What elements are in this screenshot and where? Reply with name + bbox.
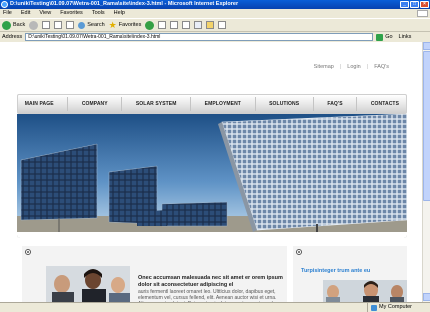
- back-label: Back: [13, 22, 26, 28]
- security-zone: My Computer: [367, 303, 412, 312]
- nav-divider: [190, 97, 192, 111]
- window-title-bar: D:\unik\Testing\01.09.07\Wetra-001_Rama\…: [0, 0, 430, 9]
- links-button[interactable]: Links: [399, 34, 412, 40]
- nav-employment[interactable]: EMPLOYMENT: [205, 101, 241, 107]
- people-photo: [323, 280, 407, 302]
- nav-divider: [254, 97, 256, 111]
- nav-solar-system[interactable]: SOLAR SYSTEM: [136, 101, 177, 107]
- menu-help[interactable]: Help: [114, 9, 125, 18]
- star-icon: ★: [108, 19, 117, 30]
- nav-main-page[interactable]: MAIN PAGE: [25, 101, 54, 107]
- forward-button[interactable]: [29, 20, 39, 30]
- bullet-icon: [296, 249, 302, 255]
- edit-button[interactable]: [194, 21, 203, 29]
- mail-button[interactable]: [170, 21, 179, 29]
- toolbar: Back Search ★ Favorites: [0, 18, 430, 31]
- page-viewport: Sitemap | Login | FAQ's MAIN PAGE COMPAN…: [0, 42, 422, 302]
- team-photo: [46, 266, 130, 302]
- scroll-down-button[interactable]: [423, 293, 430, 301]
- scroll-up-button[interactable]: [423, 42, 430, 50]
- windows-logo-icon: [417, 10, 428, 17]
- go-button[interactable]: Go: [376, 33, 393, 41]
- login-link[interactable]: Login: [347, 64, 360, 70]
- nav-divider: [121, 97, 123, 111]
- window-title: D:\unik\Testing\01.09.07\Wetra-001_Rama\…: [10, 1, 239, 7]
- favorites-label: Favorites: [118, 22, 142, 28]
- nav-divider: [312, 97, 314, 111]
- article-body: auris fermentl laoreet ornaret leo. Ultt…: [138, 289, 285, 302]
- faq-link[interactable]: FAQ's: [374, 64, 389, 70]
- main-navigation: MAIN PAGE COMPANY SOLAR SYSTEM EMPLOYMEN…: [17, 94, 407, 114]
- search-button[interactable]: Search: [78, 21, 105, 29]
- address-bar: Address D:\unik\Testing\01.09.07\Wetra-0…: [0, 31, 430, 42]
- search-label: Search: [87, 22, 105, 28]
- nav-solutions[interactable]: SOLUTIONS: [269, 101, 299, 107]
- computer-icon: [371, 304, 377, 311]
- address-input[interactable]: D:\unik\Testing\01.09.07\Wetra-001_Rama\…: [25, 33, 374, 41]
- status-bar: My Computer: [0, 302, 430, 312]
- go-label: Go: [385, 34, 393, 40]
- ie-logo-icon: [1, 1, 8, 8]
- favorites-button[interactable]: ★ Favorites: [108, 19, 142, 30]
- scroll-thumb[interactable]: [423, 51, 430, 201]
- refresh-button[interactable]: [54, 21, 63, 29]
- window-controls: _ □ ×: [400, 1, 429, 8]
- close-button[interactable]: ×: [420, 1, 429, 8]
- nav-company[interactable]: COMPANY: [82, 101, 108, 107]
- article-lead: Onec accumsan malesuada nec sit amet er …: [138, 275, 283, 288]
- folder-button[interactable]: [206, 21, 215, 29]
- article-panel: Onec accumsan malesuada nec sit amet er …: [22, 246, 287, 302]
- history-button[interactable]: [158, 21, 167, 29]
- menu-edit[interactable]: Edit: [21, 9, 30, 18]
- menu-view[interactable]: View: [39, 9, 51, 18]
- messenger-button[interactable]: [218, 21, 227, 29]
- nav-divider: [67, 97, 69, 111]
- address-label: Address: [2, 34, 23, 40]
- maximize-button[interactable]: □: [410, 1, 419, 8]
- menu-bar: File Edit View Favorites Tools Help: [0, 9, 430, 18]
- vertical-scrollbar[interactable]: [422, 42, 430, 302]
- minimize-button[interactable]: _: [400, 1, 409, 8]
- top-links: Sitemap | Login | FAQ's: [314, 64, 389, 70]
- nav-divider: [356, 97, 358, 111]
- sidebar-title[interactable]: Turpisinteger trum ante eu: [301, 268, 370, 274]
- back-button[interactable]: Back: [2, 20, 26, 30]
- media-button[interactable]: [145, 20, 155, 30]
- print-button[interactable]: [182, 21, 191, 29]
- menu-favorites[interactable]: Favorites: [60, 9, 83, 18]
- content-area: Onec accumsan malesuada nec sit amet er …: [17, 238, 407, 302]
- search-icon: [78, 21, 86, 29]
- home-button[interactable]: [66, 21, 75, 29]
- go-arrow-icon: [376, 33, 384, 41]
- menu-tools[interactable]: Tools: [92, 9, 105, 18]
- menu-file[interactable]: File: [3, 9, 12, 18]
- hero-solar-panels-image: [17, 114, 407, 238]
- back-arrow-icon: [2, 20, 11, 30]
- separator: |: [339, 64, 342, 70]
- sitemap-link[interactable]: Sitemap: [314, 64, 334, 70]
- separator: |: [366, 64, 369, 70]
- stop-button[interactable]: [42, 21, 51, 29]
- bullet-icon: [25, 249, 31, 255]
- nav-contacts[interactable]: CONTACTS: [371, 101, 399, 107]
- zone-label: My Computer: [379, 304, 413, 310]
- nav-faqs[interactable]: FAQ'S: [327, 101, 342, 107]
